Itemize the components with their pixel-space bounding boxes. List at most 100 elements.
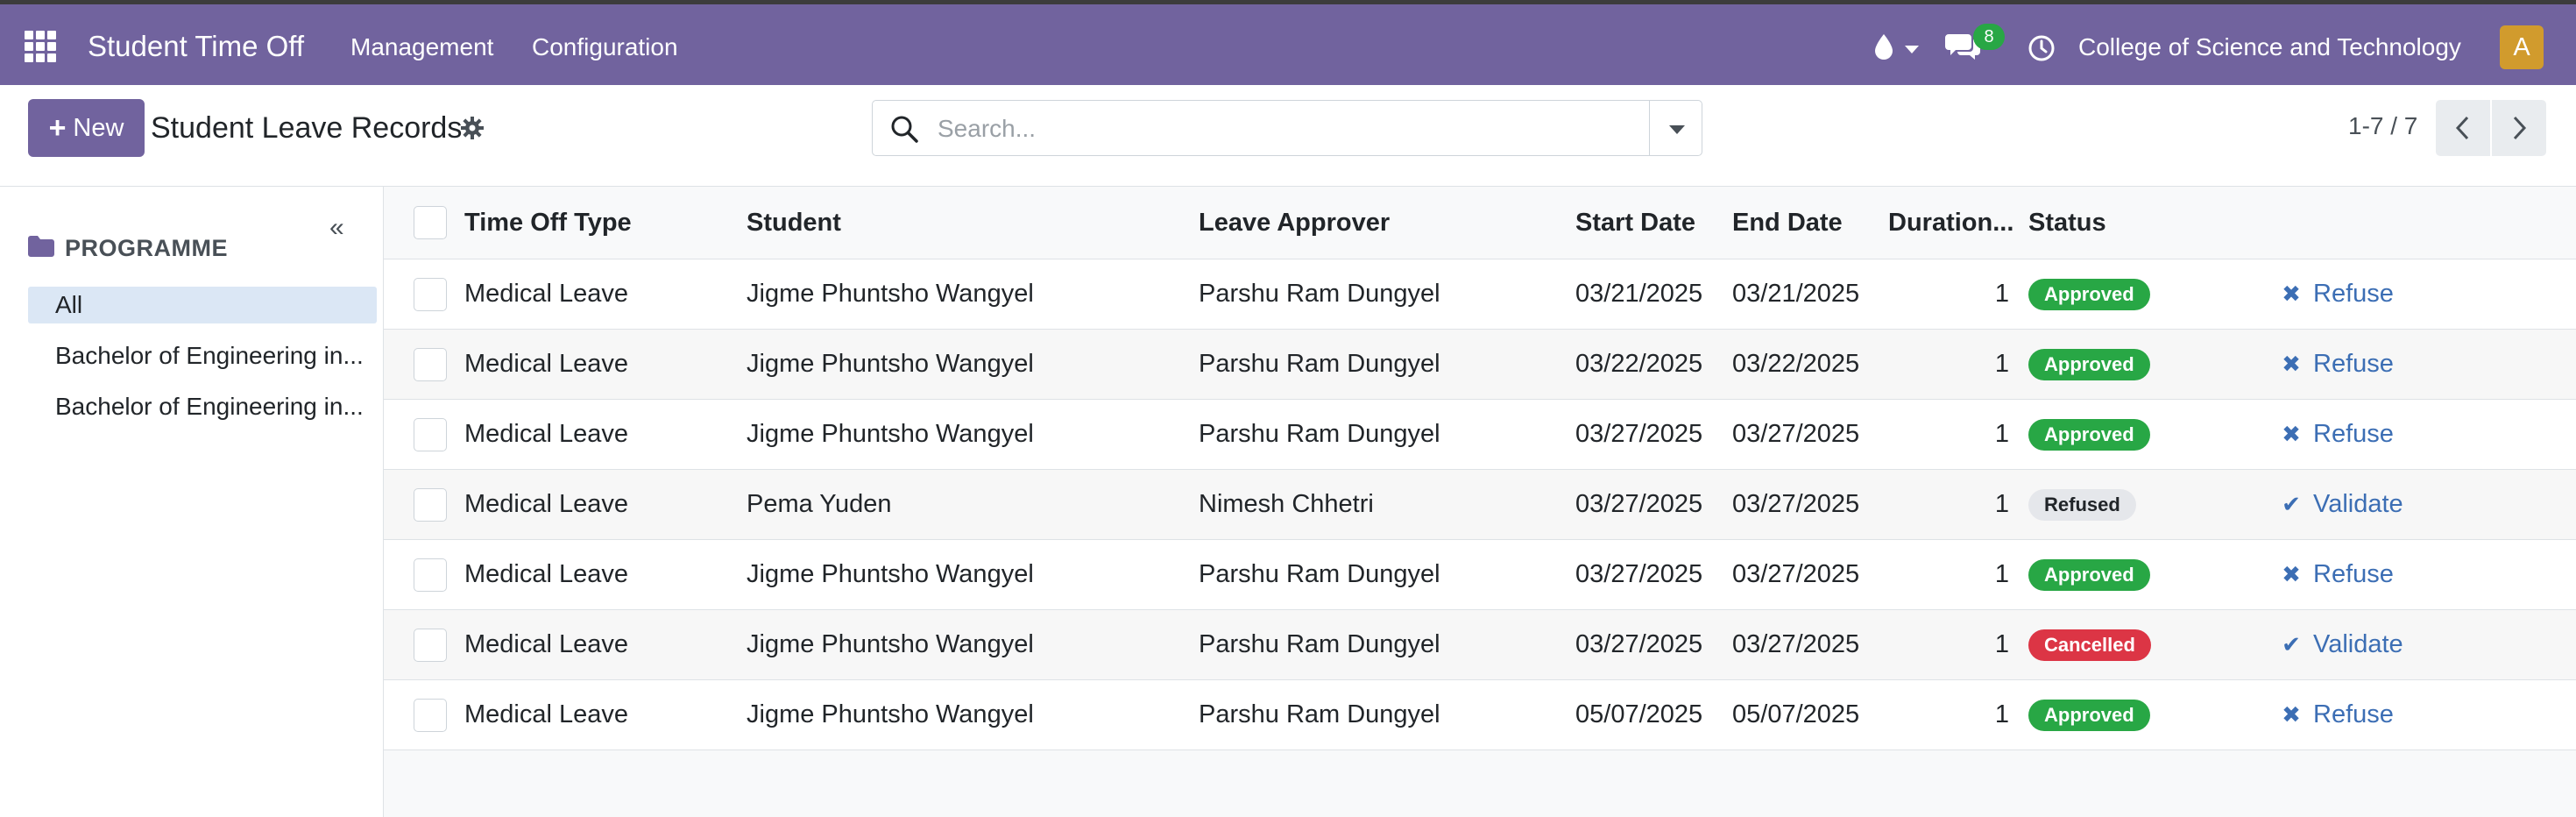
cell-action: ✔ Validate bbox=[2280, 609, 2576, 680]
cell-duration: 1 bbox=[1888, 609, 2028, 680]
cell-start-date: 03/27/2025 bbox=[1575, 609, 1732, 680]
sidebar-heading: PROGRAMME bbox=[65, 235, 228, 261]
column-header-leave-approver[interactable]: Leave Approver bbox=[1199, 187, 1575, 259]
close-icon: ✖ bbox=[2282, 701, 2301, 728]
sidebar-item-programme-2[interactable]: Bachelor of Engineering in... bbox=[28, 388, 377, 425]
pager-next-button[interactable] bbox=[2492, 100, 2546, 156]
cell-leave-approver: Parshu Ram Dungyel bbox=[1199, 679, 1575, 750]
plus-icon: + bbox=[48, 111, 67, 145]
table-row[interactable]: Medical Leave Jigme Phuntsho Wangyel Parsh… bbox=[384, 399, 2576, 470]
cell-end-date: 03/27/2025 bbox=[1732, 399, 1888, 470]
new-button[interactable]: + New bbox=[28, 99, 145, 157]
row-select-cell bbox=[384, 539, 464, 610]
cell-leave-approver: Parshu Ram Dungyel bbox=[1199, 259, 1575, 330]
control-panel: + New Student Leave Records 1-7 / 7 bbox=[0, 85, 2576, 187]
row-checkbox[interactable] bbox=[414, 628, 447, 662]
row-select-cell bbox=[384, 259, 464, 330]
activity-drop-icon[interactable] bbox=[1872, 32, 1895, 60]
cell-end-date: 03/27/2025 bbox=[1732, 609, 1888, 680]
cell-action: ✖ Refuse bbox=[2280, 679, 2576, 750]
cell-action: ✖ Refuse bbox=[2280, 329, 2576, 400]
row-action-button[interactable]: ✔ Validate bbox=[2280, 490, 2403, 519]
table-row[interactable]: Medical Leave Jigme Phuntsho Wangyel Parsh… bbox=[384, 259, 2576, 330]
chevron-right-icon bbox=[2513, 116, 2527, 140]
column-header-actions bbox=[2280, 187, 2576, 259]
status-badge: Approved bbox=[2028, 558, 2150, 591]
row-action-label: Validate bbox=[2313, 490, 2403, 518]
row-action-button[interactable]: ✖ Refuse bbox=[2280, 700, 2394, 729]
row-action-label: Refuse bbox=[2313, 700, 2394, 728]
clock-icon[interactable] bbox=[2028, 34, 2056, 62]
company-switcher[interactable]: College of Science and Technology bbox=[2078, 33, 2461, 61]
chevron-down-icon[interactable] bbox=[1905, 46, 1919, 53]
check-icon: ✔ bbox=[2282, 631, 2301, 657]
collapse-panel-icon[interactable]: « bbox=[329, 213, 344, 243]
cell-status: Approved bbox=[2028, 259, 2280, 330]
row-action-button[interactable]: ✖ Refuse bbox=[2280, 420, 2394, 449]
cell-status: Approved bbox=[2028, 399, 2280, 470]
search-options-toggle[interactable] bbox=[1649, 101, 1702, 155]
sidebar-item-all[interactable]: All bbox=[28, 287, 377, 323]
chevron-left-icon bbox=[2455, 116, 2469, 140]
cell-start-date: 03/22/2025 bbox=[1575, 329, 1732, 400]
close-icon: ✖ bbox=[2282, 421, 2301, 447]
select-all-checkbox[interactable] bbox=[414, 206, 447, 239]
row-checkbox[interactable] bbox=[414, 558, 447, 592]
cell-action: ✔ Validate bbox=[2280, 469, 2576, 540]
row-action-button[interactable]: ✖ Refuse bbox=[2280, 350, 2394, 379]
pager-previous-button[interactable] bbox=[2436, 100, 2490, 156]
row-checkbox[interactable] bbox=[414, 698, 447, 732]
table-row[interactable]: Medical Leave Jigme Phuntsho Wangyel Parsh… bbox=[384, 679, 2576, 750]
caret-down-icon bbox=[1669, 125, 1685, 134]
app-name[interactable]: Student Time Off bbox=[88, 30, 304, 63]
sidebar-item-programme-1[interactable]: Bachelor of Engineering in... bbox=[28, 337, 377, 374]
column-header-start-date[interactable]: Start Date bbox=[1575, 187, 1732, 259]
search-input[interactable] bbox=[936, 104, 1640, 153]
cell-student: Jigme Phuntsho Wangyel bbox=[747, 329, 1199, 400]
cell-time-off-type: Medical Leave bbox=[464, 539, 747, 610]
cell-student: Jigme Phuntsho Wangyel bbox=[747, 399, 1199, 470]
row-action-label: Refuse bbox=[2313, 280, 2394, 308]
cell-leave-approver: Parshu Ram Dungyel bbox=[1199, 399, 1575, 470]
table-row[interactable]: Medical Leave Pema Yuden Nimesh Chhetri 03/… bbox=[384, 469, 2576, 540]
table-row[interactable]: Medical Leave Jigme Phuntsho Wangyel Parsh… bbox=[384, 609, 2576, 680]
cell-time-off-type: Medical Leave bbox=[464, 469, 747, 540]
close-icon: ✖ bbox=[2282, 561, 2301, 587]
gear-icon[interactable] bbox=[461, 117, 484, 139]
cell-student: Jigme Phuntsho Wangyel bbox=[747, 259, 1199, 330]
row-action-label: Refuse bbox=[2313, 420, 2394, 448]
cell-duration: 1 bbox=[1888, 259, 2028, 330]
pager-value[interactable]: 1-7 / 7 bbox=[2348, 112, 2417, 140]
cell-status: Cancelled bbox=[2028, 609, 2280, 680]
column-header-student[interactable]: Student bbox=[747, 187, 1199, 259]
column-header-status[interactable]: Status bbox=[2028, 187, 2280, 259]
table-row[interactable]: Medical Leave Jigme Phuntsho Wangyel Parsh… bbox=[384, 539, 2576, 610]
cell-end-date: 03/22/2025 bbox=[1732, 329, 1888, 400]
cell-start-date: 03/27/2025 bbox=[1575, 399, 1732, 470]
folder-icon bbox=[28, 236, 54, 257]
cell-student: Pema Yuden bbox=[747, 469, 1199, 540]
menu-configuration[interactable]: Configuration bbox=[532, 33, 678, 61]
row-checkbox[interactable] bbox=[414, 417, 447, 451]
top-navbar: Student Time Off Management Configuratio… bbox=[0, 4, 2576, 85]
cell-status: Refused bbox=[2028, 469, 2280, 540]
row-action-button[interactable]: ✖ Refuse bbox=[2280, 280, 2394, 309]
apps-grid-icon[interactable] bbox=[25, 31, 56, 62]
row-checkbox[interactable] bbox=[414, 347, 447, 381]
status-badge: Approved bbox=[2028, 348, 2150, 380]
cell-time-off-type: Medical Leave bbox=[464, 259, 747, 330]
row-checkbox[interactable] bbox=[414, 487, 447, 522]
cell-student: Jigme Phuntsho Wangyel bbox=[747, 679, 1199, 750]
row-action-button[interactable]: ✔ Validate bbox=[2280, 630, 2403, 659]
cell-action: ✖ Refuse bbox=[2280, 539, 2576, 610]
row-checkbox[interactable] bbox=[414, 277, 447, 311]
cell-duration: 1 bbox=[1888, 539, 2028, 610]
menu-management[interactable]: Management bbox=[350, 33, 493, 61]
table-row[interactable]: Medical Leave Jigme Phuntsho Wangyel Parsh… bbox=[384, 329, 2576, 400]
column-header-time-off-type[interactable]: Time Off Type bbox=[464, 187, 747, 259]
column-header-end-date[interactable]: End Date bbox=[1732, 187, 1888, 259]
column-header-duration[interactable]: Duration... bbox=[1888, 187, 2028, 259]
user-avatar[interactable]: A bbox=[2500, 25, 2544, 69]
cell-start-date: 03/21/2025 bbox=[1575, 259, 1732, 330]
row-action-button[interactable]: ✖ Refuse bbox=[2280, 560, 2394, 589]
